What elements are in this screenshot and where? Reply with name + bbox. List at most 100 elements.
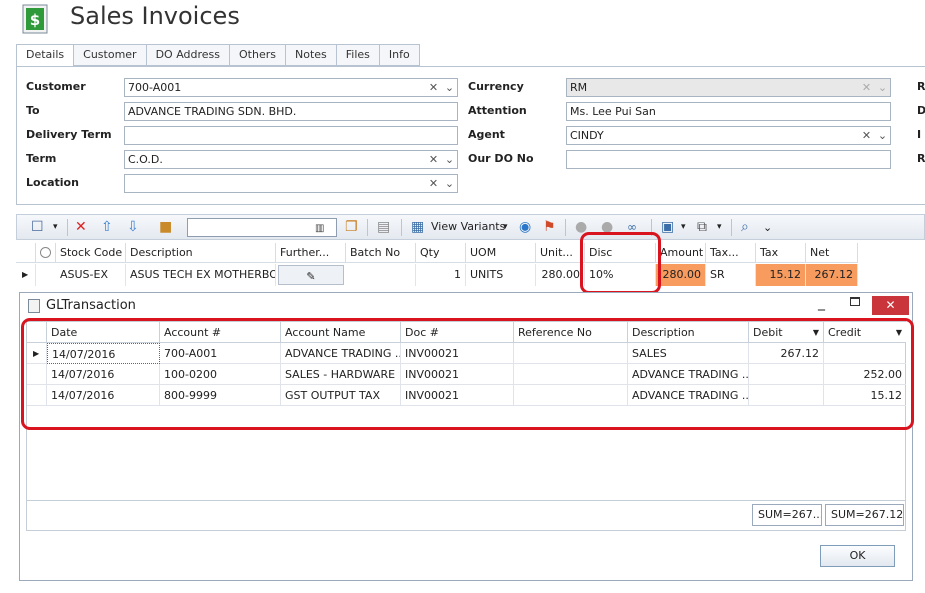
dialog-titlebar: GLTransaction _ ✕ bbox=[20, 293, 912, 319]
footer-divider bbox=[27, 500, 905, 501]
cell-unit-price[interactable]: 280.00 bbox=[536, 264, 585, 286]
detail-toolbar: ☐ ▾ ✕ ⇧ ⇩ ■ ▥ ❐ ▤ ▦ View Variants ▾ ◉ ⚑ … bbox=[16, 214, 925, 240]
our-do-field[interactable] bbox=[566, 150, 891, 169]
clear-icon[interactable]: ✕ bbox=[426, 175, 441, 192]
copy-icon[interactable]: ❐ bbox=[345, 219, 358, 236]
chevron-down-icon[interactable]: ▾ bbox=[717, 219, 722, 236]
col-amount[interactable]: Amount bbox=[656, 243, 706, 263]
delivery-term-field[interactable] bbox=[124, 126, 458, 145]
page-title: Sales Invoices bbox=[70, 2, 240, 30]
sales-invoice-app-icon: $ bbox=[22, 4, 48, 34]
disc-highlight bbox=[580, 232, 661, 294]
col-batch-no[interactable]: Batch No bbox=[346, 243, 416, 263]
chevron-down-icon[interactable]: ▾ bbox=[53, 219, 58, 236]
select-all-radio[interactable] bbox=[36, 243, 56, 263]
view-variants-button[interactable]: View Variants bbox=[431, 220, 505, 233]
attention-value: Ms. Lee Pui San bbox=[570, 105, 656, 118]
location-combobox[interactable]: ✕ ⌄ bbox=[124, 174, 458, 193]
item-package-icon[interactable]: ■ bbox=[159, 219, 172, 236]
col-tax[interactable]: Tax bbox=[756, 243, 806, 263]
col-qty[interactable]: Qty bbox=[416, 243, 466, 263]
svg-text:$: $ bbox=[30, 11, 40, 29]
cell-batch-no[interactable] bbox=[346, 264, 416, 286]
to-label: To bbox=[26, 104, 40, 117]
clear-icon[interactable]: ✕ bbox=[426, 79, 441, 96]
col-tax-code[interactable]: Tax... bbox=[706, 243, 756, 263]
view-variants-icon[interactable]: ▦ bbox=[411, 219, 424, 236]
tab-notes[interactable]: Notes bbox=[285, 44, 337, 66]
to-value: ADVANCE TRADING SDN. BHD. bbox=[128, 105, 297, 118]
row-pointer-icon: ▶ bbox=[16, 264, 36, 286]
col-uom[interactable]: UOM bbox=[466, 243, 536, 263]
customer-combobox[interactable]: 700-A001 ✕ ⌄ bbox=[124, 78, 458, 97]
chevron-down-icon[interactable]: ⌄ bbox=[763, 219, 772, 236]
new-icon[interactable]: ☐ bbox=[31, 219, 44, 236]
cell-description[interactable]: ASUS TECH EX MOTHERBO... bbox=[126, 264, 276, 286]
chevron-down-icon[interactable]: ⌄ bbox=[875, 127, 890, 144]
refresh-icon[interactable]: ◉ bbox=[519, 219, 531, 236]
agent-combobox[interactable]: CINDY ✕ ⌄ bbox=[566, 126, 891, 145]
our-do-label: Our DO No bbox=[468, 152, 534, 165]
move-up-icon[interactable]: ⇧ bbox=[101, 219, 113, 236]
print-icon[interactable]: ▤ bbox=[377, 219, 390, 236]
minimize-icon[interactable]: _ bbox=[818, 295, 825, 311]
chevron-down-icon: ⌄ bbox=[877, 81, 888, 94]
chevron-down-icon[interactable]: ▾ bbox=[681, 219, 686, 236]
barcode-icon[interactable]: ▥ bbox=[315, 220, 324, 237]
col-stock-code[interactable]: Stock Code bbox=[56, 243, 126, 263]
chevron-down-icon[interactable]: ⌄ bbox=[442, 79, 457, 96]
term-combobox[interactable]: C.O.D. ✕ ⌄ bbox=[124, 150, 458, 169]
col-description[interactable]: Description bbox=[126, 243, 276, 263]
cell-stock-code[interactable]: ASUS-EX bbox=[56, 264, 126, 286]
cut-off-label: I bbox=[917, 128, 922, 141]
cell-qty[interactable]: 1 bbox=[416, 264, 466, 286]
currency-combobox[interactable]: RM ✕ ⌄ bbox=[566, 78, 891, 97]
chevron-down-icon[interactable]: ⌄ bbox=[442, 175, 457, 192]
clear-icon[interactable]: ✕ bbox=[859, 127, 874, 144]
cell-amount[interactable]: 280.00 bbox=[656, 264, 706, 286]
ok-button[interactable]: OK bbox=[820, 545, 895, 567]
further-description-button[interactable]: ✎ bbox=[278, 265, 344, 285]
term-value: C.O.D. bbox=[128, 153, 163, 166]
tab-details[interactable]: Details bbox=[16, 44, 75, 67]
save-layout-icon[interactable]: ▣ bbox=[661, 219, 674, 236]
attention-field[interactable]: Ms. Lee Pui San bbox=[566, 102, 891, 121]
chevron-down-icon[interactable]: ▾ bbox=[503, 219, 508, 236]
export-icon[interactable]: ⧉ bbox=[697, 219, 707, 236]
col-net[interactable]: Net bbox=[806, 243, 858, 263]
col-unit-price[interactable]: Unit... bbox=[536, 243, 585, 263]
debit-summary: SUM=267... bbox=[752, 504, 822, 526]
clear-icon[interactable]: ✕ bbox=[426, 151, 441, 168]
cell-tax[interactable]: 15.12 bbox=[756, 264, 806, 286]
credit-summary: SUM=267.12 bbox=[825, 504, 904, 526]
gl-rows-highlight bbox=[21, 318, 914, 430]
tab-do-address[interactable]: DO Address bbox=[146, 44, 231, 66]
tab-others[interactable]: Others bbox=[230, 44, 286, 66]
cut-off-label: R bbox=[917, 152, 925, 165]
delete-icon[interactable]: ✕ bbox=[75, 219, 87, 236]
tab-files[interactable]: Files bbox=[336, 44, 380, 66]
cut-off-label: D bbox=[917, 104, 925, 117]
term-label: Term bbox=[26, 152, 57, 165]
toolbar-separator bbox=[565, 219, 566, 236]
to-field[interactable]: ADVANCE TRADING SDN. BHD. bbox=[124, 102, 458, 121]
toolbar-separator bbox=[401, 219, 402, 236]
cell-uom[interactable]: UNITS bbox=[466, 264, 536, 286]
agent-value: CINDY bbox=[570, 129, 604, 142]
chevron-down-icon[interactable]: ⌄ bbox=[442, 151, 457, 168]
col-further[interactable]: Further... bbox=[276, 243, 346, 263]
currency-label: Currency bbox=[468, 80, 524, 93]
maximize-icon[interactable] bbox=[850, 297, 860, 306]
customer-value: 700-A001 bbox=[128, 81, 182, 94]
toolbar-separator bbox=[731, 219, 732, 236]
move-down-icon[interactable]: ⇩ bbox=[127, 219, 139, 236]
delivery-term-label: Delivery Term bbox=[26, 128, 112, 141]
close-icon[interactable]: ✕ bbox=[872, 296, 909, 315]
form-tabs: Details Customer DO Address Others Notes… bbox=[16, 44, 420, 67]
profit-icon[interactable]: ⚑ bbox=[543, 219, 556, 236]
tab-info[interactable]: Info bbox=[379, 44, 420, 66]
cell-tax-code[interactable]: SR bbox=[706, 264, 756, 286]
search-icon[interactable]: ⌕ bbox=[741, 219, 749, 236]
tab-customer[interactable]: Customer bbox=[74, 44, 147, 66]
cell-net[interactable]: 267.12 bbox=[806, 264, 858, 286]
